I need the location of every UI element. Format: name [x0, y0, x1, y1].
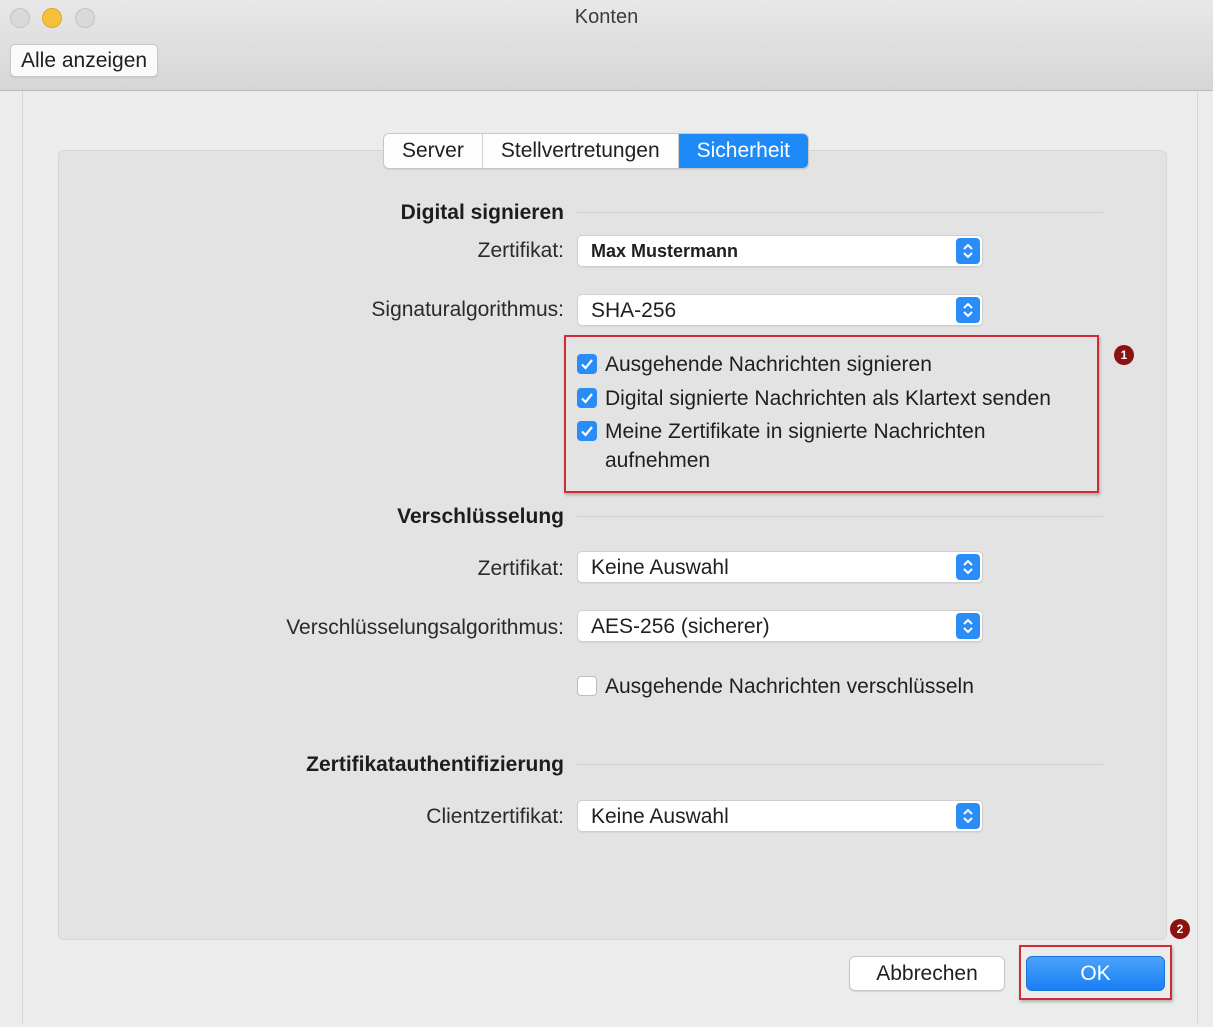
section-divider: [577, 764, 1103, 765]
section-divider: [577, 516, 1103, 517]
signing-certificate-select[interactable]: Max Mustermann: [577, 235, 983, 267]
chevron-updown-icon: [956, 613, 980, 639]
chevron-updown-icon: [956, 238, 980, 264]
chevron-updown-icon: [956, 554, 980, 580]
annotation-badge-2: 2: [1170, 919, 1190, 939]
encryption-algorithm-label: Verschlüsselungsalgorithmus:: [286, 616, 564, 639]
signing-certificate-label: Zertifikat:: [477, 239, 564, 262]
ok-button[interactable]: OK: [1026, 956, 1165, 991]
encryption-certificate-label: Zertifikat:: [477, 557, 564, 580]
tab-security[interactable]: Sicherheit: [678, 134, 809, 168]
encryption-algorithm-select[interactable]: AES-256 (sicherer): [577, 610, 983, 642]
accounts-window: Konten Alle anzeigen Server Stellvertret…: [0, 0, 1213, 1027]
sign-outgoing-label: Ausgehende Nachrichten signieren: [605, 353, 932, 376]
title-bar: Konten Alle anzeigen: [0, 0, 1213, 91]
cleartext-signed-label: Digital signierte Nachrichten als Klarte…: [605, 387, 1051, 410]
signing-algorithm-label: Signaturalgorithmus:: [371, 298, 564, 321]
annotation-badge-1: 1: [1114, 345, 1134, 365]
client-certificate-value: Keine Auswahl: [591, 805, 729, 828]
chevron-updown-icon: [956, 297, 980, 323]
signing-algorithm-value: SHA-256: [591, 299, 677, 322]
encryption-algorithm-value: AES-256 (sicherer): [591, 615, 770, 638]
include-certificates-label: Meine Zertifikate in signierte Nachricht…: [605, 420, 986, 443]
chevron-updown-icon: [956, 803, 980, 829]
tab-delegates[interactable]: Stellvertretungen: [483, 134, 679, 168]
signing-algorithm-select[interactable]: SHA-256: [577, 294, 983, 326]
client-certificate-label: Clientzertifikat:: [426, 805, 564, 828]
cleartext-signed-checkbox[interactable]: [577, 388, 597, 408]
cancel-button[interactable]: Abbrechen: [849, 956, 1005, 991]
section-title-encryption: Verschlüsselung: [397, 505, 564, 528]
client-certificate-select[interactable]: Keine Auswahl: [577, 800, 983, 832]
show-all-button[interactable]: Alle anzeigen: [10, 44, 159, 77]
encrypt-outgoing-checkbox[interactable]: [577, 676, 597, 696]
encryption-certificate-value: Keine Auswahl: [591, 556, 729, 579]
include-certificates-checkbox[interactable]: [577, 421, 597, 441]
sign-outgoing-checkbox[interactable]: [577, 354, 597, 374]
tab-server[interactable]: Server: [384, 134, 483, 168]
encrypt-outgoing-label: Ausgehende Nachrichten verschlüsseln: [605, 675, 974, 698]
window-title: Konten: [574, 6, 639, 28]
signing-certificate-value: Max Mustermann: [591, 241, 739, 261]
include-certificates-label-cont: aufnehmen: [605, 449, 711, 472]
encryption-certificate-select[interactable]: Keine Auswahl: [577, 551, 983, 583]
section-title-signing: Digital signieren: [400, 201, 564, 224]
section-divider: [577, 212, 1103, 213]
section-title-authentication: Zertifikatauthentifizierung: [306, 753, 564, 776]
tab-bar: Server Stellvertretungen Sicherheit: [383, 133, 810, 169]
